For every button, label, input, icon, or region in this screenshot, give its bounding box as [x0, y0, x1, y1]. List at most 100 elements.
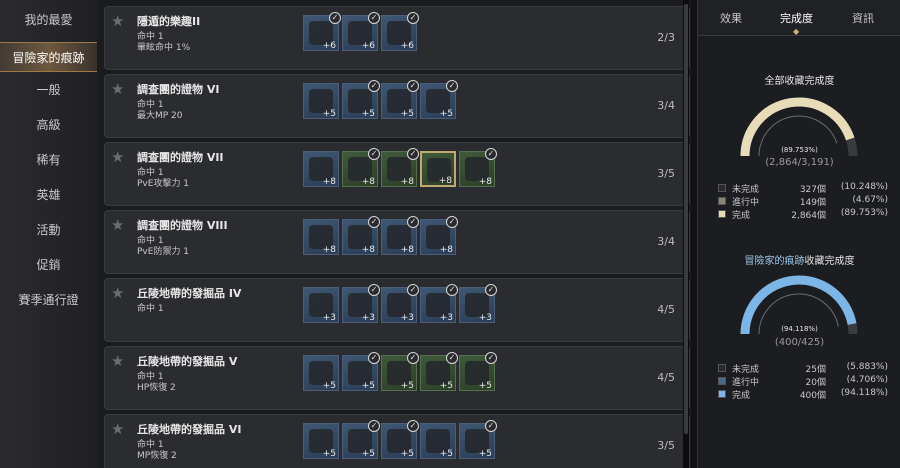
sidebar-item-season-pass[interactable]: 賽季通行證 [0, 285, 97, 315]
legend-num: 149個 [799, 198, 826, 208]
collection-item-slot[interactable]: +6 ✓ [342, 12, 380, 51]
favorite-star-icon[interactable]: ★ [111, 13, 127, 29]
collection-item-slot[interactable]: +5 ✓ [342, 420, 380, 459]
legend-name: 未完成 [732, 185, 760, 195]
collection-stat: MP恢復 2 [137, 451, 177, 461]
collection-title: 隱遁的樂趣II [137, 15, 201, 28]
collection-progress-count: 3/5 [657, 439, 675, 452]
collection-progress-count: 4/5 [657, 303, 675, 316]
collection-item-slot[interactable]: +6 ✓ [303, 12, 341, 51]
collection-item-slot[interactable]: +5 ✓ [342, 352, 380, 391]
tab-info[interactable]: 資訊 [852, 10, 874, 26]
collection-row[interactable]: ★ 丘陵地帶的發掘品 IV 命中 1 +3 +3 ✓ +3 ✓ +3 ✓ +3 ✓ 4/5 [104, 278, 690, 342]
collection-item-slot[interactable]: +5 [303, 83, 339, 119]
collection-row[interactable]: ★ 隱遁的樂趣II 命中 1 暈眩命中 1% +6 ✓ +6 ✓ +6 ✓ 2/3 [104, 6, 690, 70]
collection-item-slot[interactable]: +3 ✓ [420, 284, 458, 323]
registered-check-icon: ✓ [407, 284, 419, 296]
collection-row[interactable]: ★ 丘陵地帶的發掘品 V 命中 1 HP恢復 2 +5 +5 ✓ +5 ✓ +5 ✓ +5 ✓ 4/5 [104, 346, 690, 410]
registered-check-icon: ✓ [368, 148, 380, 160]
registered-check-icon: ✓ [485, 284, 497, 296]
registered-check-icon: ✓ [407, 12, 419, 24]
sidebar-item-advanced[interactable]: 高級 [0, 110, 97, 140]
favorite-star-icon[interactable]: ★ [111, 285, 127, 301]
legend-swatch [718, 184, 726, 192]
legend-pct: (4.706%) [846, 375, 888, 385]
item-enhance-level: +3 [361, 313, 375, 323]
collection-item-slot[interactable]: +5 ✓ [459, 420, 497, 459]
sidebar-item-favorites[interactable]: 我的最愛 [0, 5, 97, 35]
registered-check-icon: ✓ [368, 284, 380, 296]
item-enhance-level: +8 [478, 177, 492, 187]
registered-check-icon: ✓ [368, 352, 380, 364]
registered-check-icon: ✓ [446, 284, 458, 296]
sidebar-item-adventurer-traces[interactable]: 冒險家的痕跡 [0, 42, 97, 72]
scrollbar-thumb[interactable] [684, 4, 688, 434]
collection-item-slot[interactable]: +3 ✓ [381, 284, 419, 323]
legend-swatch [718, 210, 726, 218]
collection-item-slot[interactable]: +8 [420, 151, 456, 187]
panel-tabs: 效果 完成度 資訊 ◆ [698, 0, 900, 36]
legend-row: 完成 400個 (94.118%) [718, 388, 888, 401]
sidebar-item-general[interactable]: 一般 [0, 75, 97, 105]
item-enhance-level: +5 [400, 109, 414, 119]
category-percent-label: (94.118%) [781, 325, 818, 333]
tab-completion[interactable]: 完成度 [780, 10, 813, 26]
collection-item-slot[interactable]: +8 ✓ [342, 148, 380, 187]
collection-title: 調查團的證物 VIII [137, 219, 228, 232]
collection-item-slot[interactable]: +6 ✓ [381, 12, 419, 51]
favorite-star-icon[interactable]: ★ [111, 217, 127, 233]
collection-stat: HP恢復 2 [137, 383, 176, 393]
favorite-star-icon[interactable]: ★ [111, 421, 127, 437]
collection-item-slot[interactable]: +3 ✓ [342, 284, 380, 323]
collection-item-slot[interactable]: +8 ✓ [420, 216, 458, 255]
collection-item-slot[interactable]: +8 [303, 151, 339, 187]
collection-item-slot[interactable]: +5 ✓ [420, 352, 458, 391]
sidebar-item-hero[interactable]: 英雄 [0, 180, 97, 210]
registered-check-icon: ✓ [407, 352, 419, 364]
collection-item-slot[interactable]: +5 ✓ [381, 420, 419, 459]
collection-item-slot[interactable]: +5 [303, 355, 339, 391]
item-enhance-level: +8 [438, 176, 452, 186]
favorite-star-icon[interactable]: ★ [111, 353, 127, 369]
collection-item-slot[interactable]: +5 [303, 423, 339, 459]
collection-item-slot[interactable]: +8 ✓ [342, 216, 380, 255]
sidebar-item-promotion[interactable]: 促銷 [0, 250, 97, 280]
collection-row[interactable]: ★ 調查團的證物 VI 命中 1 最大MP 20 +5 +5 ✓ +5 ✓ +5 ✓ 3/4 [104, 74, 690, 138]
collection-item-slot[interactable]: +8 ✓ [459, 148, 497, 187]
registered-check-icon: ✓ [485, 352, 497, 364]
collection-item-slot[interactable]: +3 ✓ [459, 284, 497, 323]
legend-pct: (89.753%) [840, 208, 888, 218]
collection-row[interactable]: ★ 調查團的證物 VII 命中 1 PvE攻擊力 1 +8 +8 ✓ +8 ✓ +8 +8 ✓ 3/5 [104, 142, 690, 206]
collection-row[interactable]: ★ 丘陵地帶的發掘品 VI 命中 1 MP恢復 2 +5 +5 ✓ +5 ✓ +5 +5 ✓ 3/5 [104, 414, 690, 468]
item-enhance-level: +5 [400, 381, 414, 391]
collection-item-slot[interactable]: +5 [420, 423, 456, 459]
legend-pct: (5.883%) [846, 362, 888, 372]
sidebar-item-event[interactable]: 活動 [0, 215, 97, 245]
item-enhance-level: +5 [361, 109, 375, 119]
sidebar-item-rare[interactable]: 稀有 [0, 145, 97, 175]
legend-num: 20個 [805, 378, 826, 388]
category-completion-title: 冒險家的痕跡收藏完成度 [698, 252, 900, 267]
item-enhance-level: +5 [322, 381, 336, 391]
favorite-star-icon[interactable]: ★ [111, 81, 127, 97]
registered-check-icon: ✓ [407, 148, 419, 160]
favorite-star-icon[interactable]: ★ [111, 149, 127, 165]
collection-item-slot[interactable]: +8 [303, 219, 339, 255]
collection-row[interactable]: ★ 調查團的證物 VIII 命中 1 PvE防禦力 1 +8 +8 ✓ +8 ✓ +8 ✓ 3/4 [104, 210, 690, 274]
collection-item-slot[interactable]: +5 ✓ [342, 80, 380, 119]
registered-check-icon: ✓ [368, 216, 380, 228]
legend-pct: (94.118%) [840, 388, 888, 398]
collection-item-slot[interactable]: +5 ✓ [381, 352, 419, 391]
collection-item-slot[interactable]: +5 ✓ [381, 80, 419, 119]
tab-effects[interactable]: 效果 [720, 10, 742, 26]
collection-item-slot[interactable]: +5 ✓ [459, 352, 497, 391]
collection-item-slot[interactable]: +8 ✓ [381, 216, 419, 255]
collection-item-slot[interactable]: +3 [303, 287, 339, 323]
collection-progress-count: 4/5 [657, 371, 675, 384]
collection-stat: 命中 1 [137, 304, 164, 314]
legend-name: 進行中 [732, 198, 760, 208]
collection-item-slot[interactable]: +8 ✓ [381, 148, 419, 187]
active-tab-indicator-icon: ◆ [793, 27, 800, 36]
collection-item-slot[interactable]: +5 ✓ [420, 80, 458, 119]
collection-stat: PvE攻擊力 1 [137, 179, 190, 189]
